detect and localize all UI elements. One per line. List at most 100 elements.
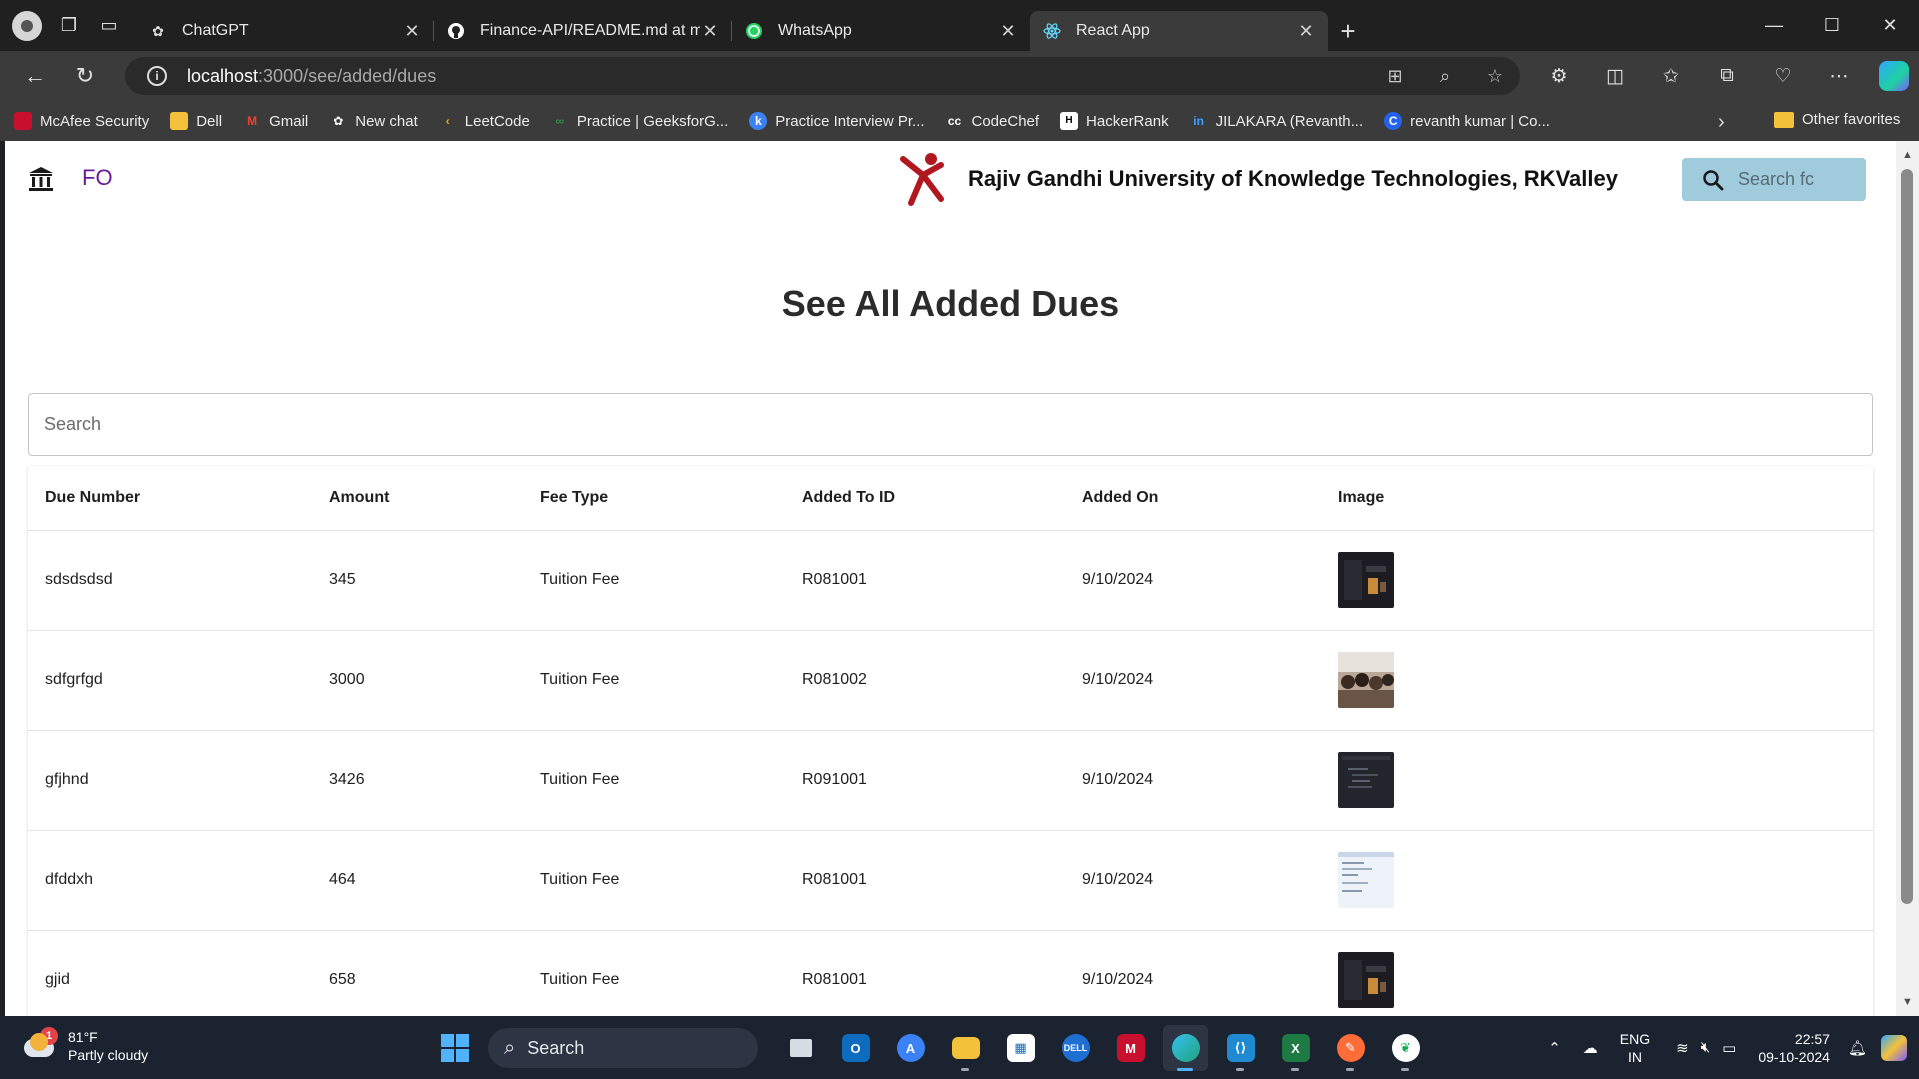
tab-actions-icon[interactable]: ▭ (96, 13, 122, 39)
window-controls: — ☐ ✕ (1745, 0, 1919, 51)
notification-bell-icon[interactable]: 🔔︎ (1848, 1039, 1867, 1057)
battery-icon[interactable]: ▭ (1722, 1039, 1736, 1057)
copilot-tray-icon[interactable] (1881, 1034, 1907, 1061)
other-favorites-label: Other favorites (1802, 111, 1901, 128)
favorite-leetcode[interactable]: ‹ LeetCode (439, 112, 530, 130)
app-store-app[interactable]: A (888, 1025, 933, 1071)
outlook-app[interactable]: O (833, 1025, 878, 1071)
app-available-icon[interactable]: ⊞ (1380, 66, 1410, 87)
edge-app[interactable] (1163, 1025, 1208, 1071)
address-bar[interactable]: i localhost:3000/see/added/dues ⊞ ⌕ ☆ (125, 57, 1520, 95)
browser-essentials-icon[interactable]: ♡ (1759, 65, 1807, 88)
wifi-icon[interactable]: ≋ (1676, 1039, 1689, 1057)
chevron-right-icon[interactable]: › (1718, 111, 1725, 134)
close-tab-icon[interactable]: ✕ (1296, 21, 1316, 42)
weather-widget[interactable]: 1 81°F Partly cloudy (22, 1027, 148, 1064)
favorite-dell[interactable]: Dell (170, 112, 222, 130)
site-info-icon[interactable]: i (147, 66, 167, 86)
favorite-new-chat[interactable]: ✿ New chat (329, 112, 418, 130)
minimize-icon[interactable]: — (1745, 0, 1803, 51)
mongodb-icon: ❦ (1391, 1034, 1420, 1062)
new-tab-button[interactable]: + (1328, 11, 1368, 51)
close-tab-icon[interactable]: ✕ (402, 21, 422, 42)
tab-chatgpt[interactable]: ✿ ChatGPT ✕ (136, 11, 434, 51)
profile-icon[interactable] (12, 10, 42, 41)
url-text[interactable]: localhost:3000/see/added/dues (187, 66, 436, 87)
header-search[interactable] (1682, 158, 1866, 201)
mongodb-app[interactable]: ❦ (1383, 1025, 1428, 1071)
chatgpt-icon: ✿ (333, 114, 344, 128)
back-arrow-icon[interactable]: ← (10, 56, 60, 96)
onedrive-icon[interactable]: ☁ (1583, 1039, 1598, 1057)
maximize-icon[interactable]: ☐ (1803, 0, 1861, 51)
task-view-button[interactable] (778, 1025, 823, 1071)
chatgpt-icon: ✿ (152, 22, 164, 39)
tab-whatsapp[interactable]: WhatsApp ✕ (732, 11, 1030, 51)
page-scrollbar[interactable]: ▲ ▼ (1896, 141, 1919, 1016)
favorite-label: Gmail (269, 112, 309, 130)
column-header-amount: Amount (329, 466, 540, 531)
favorite-codechef-profile[interactable]: Crevanth kumar | Co... (1384, 112, 1550, 130)
favorite-label: revanth kumar | Co... (1410, 112, 1550, 130)
copilot-icon[interactable] (1879, 61, 1909, 91)
mcafee-app[interactable]: M (1108, 1025, 1153, 1071)
collections-icon[interactable]: ⧉ (1703, 65, 1751, 87)
amount-cell: 464 (329, 830, 540, 931)
refresh-icon[interactable]: ↻ (60, 56, 110, 96)
header-search-input[interactable] (1738, 169, 1848, 190)
favorite-star-icon[interactable]: ☆ (1480, 66, 1510, 87)
postman-app[interactable]: ✎ (1328, 1025, 1373, 1071)
favorite-interview[interactable]: k Practice Interview Pr... (749, 112, 925, 130)
image-cell (1338, 530, 1873, 631)
close-tab-icon[interactable]: ✕ (700, 21, 720, 42)
clock[interactable]: 22:57 09-10-2024 (1758, 1030, 1830, 1066)
tab-react-app[interactable]: React App ✕ (1030, 11, 1328, 51)
store-icon: ▦ (1006, 1034, 1035, 1062)
brand-label[interactable]: FO (82, 165, 113, 191)
gmail-icon: M (247, 114, 258, 128)
extensions-icon[interactable]: ⚙ (1535, 65, 1583, 88)
due-number-cell: gfjhnd (28, 730, 329, 831)
taskbar-search[interactable]: ⌕ Search (488, 1028, 758, 1068)
scroll-down-icon[interactable]: ▼ (1902, 996, 1913, 1008)
language-indicator[interactable]: ENG IN (1620, 1030, 1650, 1066)
other-favorites[interactable]: Other favorites (1774, 111, 1900, 128)
more-menu-icon[interactable]: ⋯ (1815, 65, 1863, 88)
chevron-up-icon[interactable]: ⌃ (1548, 1039, 1561, 1057)
volume-muted-icon[interactable]: 🔇︎ (1701, 1039, 1710, 1056)
favorite-hackerrank[interactable]: H HackerRank (1060, 112, 1169, 130)
split-screen-icon[interactable]: ◫ (1591, 65, 1639, 88)
due-image-thumbnail[interactable] (1338, 952, 1394, 1008)
university-logo (900, 153, 944, 206)
tab-github[interactable]: Finance-API/README.md at main ✕ (434, 11, 732, 51)
search-input[interactable] (29, 414, 1872, 435)
scrollbar-thumb[interactable] (1901, 169, 1913, 904)
workspaces-icon[interactable]: ❐ (56, 13, 82, 39)
vscode-app[interactable]: ⟨⟩ (1218, 1025, 1263, 1071)
favorite-gmail[interactable]: M Gmail (243, 112, 308, 130)
due-image-thumbnail[interactable] (1338, 552, 1394, 608)
excel-app[interactable]: X (1273, 1025, 1318, 1071)
microsoft-store-app[interactable]: ▦ (998, 1025, 1043, 1071)
due-image-thumbnail[interactable] (1338, 852, 1394, 908)
favorites-icon[interactable]: ✩ (1647, 65, 1695, 88)
favorite-codechef[interactable]: cc CodeChef (946, 112, 1039, 130)
due-image-thumbnail[interactable] (1338, 652, 1394, 708)
bank-icon[interactable] (27, 165, 55, 193)
zoom-icon[interactable]: ⌕ (1430, 66, 1460, 87)
close-tab-icon[interactable]: ✕ (998, 21, 1018, 42)
close-window-icon[interactable]: ✕ (1861, 0, 1919, 51)
favorite-mcafee[interactable]: McAfee Security (14, 112, 149, 130)
hackerrank-icon: H (1060, 112, 1079, 130)
favorite-geeksforgeeks[interactable]: ∞ Practice | GeeksforG... (551, 112, 729, 130)
favorite-linkedin[interactable]: in JILAKARA (Revanth... (1190, 112, 1363, 130)
due-image-thumbnail[interactable] (1338, 752, 1394, 808)
outlook-icon: O (841, 1034, 870, 1062)
address-toolbar: ← ↻ i localhost:3000/see/added/dues ⊞ ⌕ … (0, 51, 1919, 101)
file-explorer-app[interactable] (943, 1025, 988, 1071)
start-button[interactable] (432, 1025, 478, 1071)
dell-app[interactable]: DELL (1053, 1025, 1098, 1071)
search-field[interactable] (28, 393, 1873, 456)
added-on-cell: 9/10/2024 (1082, 930, 1338, 1016)
scroll-up-icon[interactable]: ▲ (1902, 149, 1913, 161)
